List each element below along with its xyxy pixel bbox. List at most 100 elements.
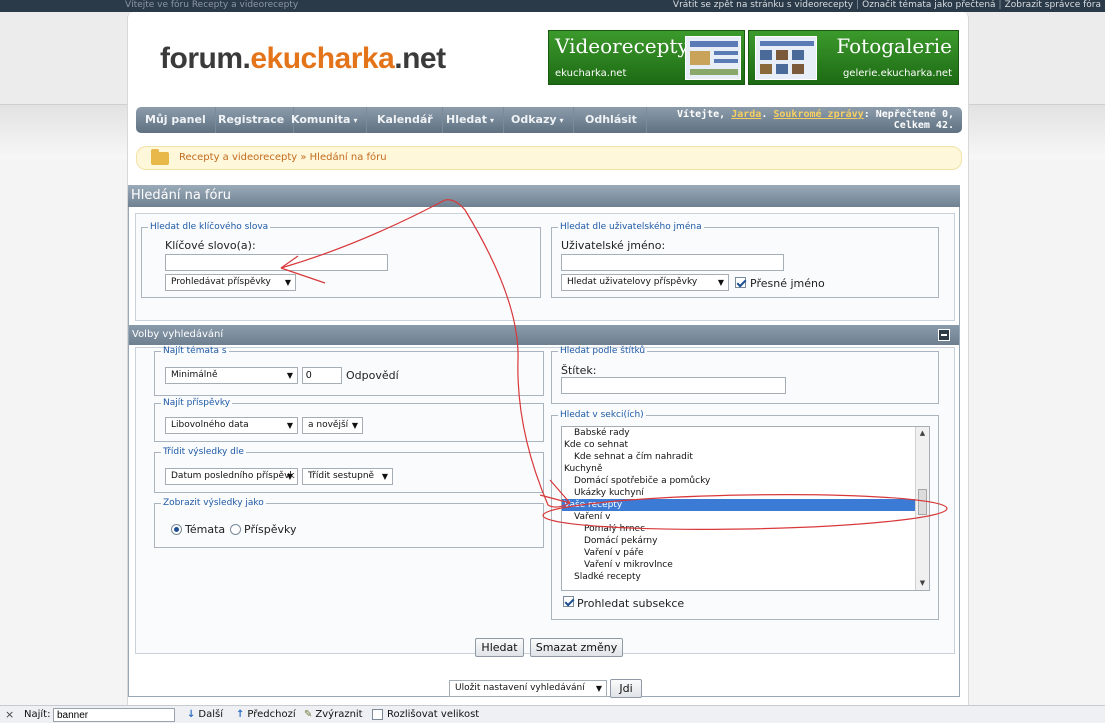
scroll-down-icon[interactable]: ▼	[916, 577, 929, 590]
breadcrumb-text[interactable]: Recepty a videorecepty » Hledání na fóru	[179, 152, 387, 163]
section-option[interactable]: Domácí pekárny	[562, 535, 929, 547]
show-posts-label: Příspěvky	[244, 523, 297, 536]
top-links: Vrátit se zpět na stránku s videorecepty…	[672, 0, 1101, 10]
chevron-down-icon: ▼	[286, 421, 293, 430]
keyword-input[interactable]	[165, 254, 388, 271]
banner-thumbnail-image	[685, 36, 741, 80]
keyword-label: Klíčové slovo(a):	[165, 239, 256, 252]
nav-logout[interactable]: Odhlásit	[576, 107, 647, 133]
user-info: Vítejte, Jarda. Soukromé zprávy: Nepřečt…	[677, 109, 954, 131]
breadcrumb: Recepty a videorecepty » Hledání na fóru	[136, 146, 962, 170]
chevron-down-icon: ▼	[284, 278, 291, 287]
search-options-header: Volby vyhledávání	[129, 325, 959, 345]
username-link[interactable]: Jarda	[731, 109, 761, 120]
search-subsections-checkbox[interactable]	[563, 596, 574, 607]
sort-field-select[interactable]: Datum posledního příspěvk ▼	[165, 468, 298, 485]
chevron-down-icon: ▼	[351, 421, 358, 430]
section-option[interactable]: Vaše recepty	[562, 499, 929, 511]
sort-order-select[interactable]: Třídit sestupně ▼	[302, 468, 393, 485]
section-option[interactable]: Babské rady	[562, 427, 929, 439]
main-navbar: Můj panel Registrace Komunita ▾ Kalendář …	[136, 107, 962, 133]
find-previous-button[interactable]: ↑ Předchozí	[236, 706, 296, 723]
save-settings-select[interactable]: Uložit nastavení vyhledávání ▼	[449, 680, 607, 697]
nav-calendar[interactable]: Kalendář	[368, 107, 443, 133]
section-option[interactable]: Sladké recepty	[562, 571, 929, 583]
nav-links[interactable]: Odkazy ▾	[502, 107, 574, 133]
section-option[interactable]: Domácí spotřebiče a pomůcky	[562, 475, 929, 487]
match-case-label: Rozlišovat velikost	[387, 709, 480, 720]
chevron-down-icon: ▼	[286, 472, 293, 481]
replies-label: Odpovědí	[346, 369, 399, 382]
section-option[interactable]: Vaření v páře	[562, 547, 929, 559]
tag-label: Štítek:	[561, 364, 597, 377]
chevron-down-icon: ▾	[353, 116, 358, 125]
username-input[interactable]	[561, 254, 784, 271]
search-button[interactable]: Hledat	[475, 638, 524, 657]
chevron-down-icon: ▼	[381, 472, 388, 481]
match-case-checkbox[interactable]	[372, 709, 383, 720]
nav-search[interactable]: Hledat ▾	[437, 107, 505, 133]
browser-find-bar: × Najít: ↓Další ↑Předchozí ✎Zvýraznit Ro…	[0, 705, 1105, 723]
site-logo[interactable]: forum.ekucharka.net	[160, 42, 446, 76]
top-bar: Vítejte ve fóru Recepty a videorecepty V…	[0, 0, 1105, 12]
sections-options: Babské rady Kde co sehnat Kde sehnat a čím…	[562, 427, 929, 583]
chevron-down-icon: ▾	[559, 116, 564, 125]
chevron-down-icon: ▼	[717, 278, 724, 287]
arrow-up-icon: ↑	[236, 709, 245, 720]
show-moderators-link[interactable]: Zobrazit správce fóra	[1005, 0, 1101, 10]
scrollbar-thumb[interactable]	[918, 489, 927, 515]
arrow-down-icon: ↓	[187, 709, 196, 720]
close-icon[interactable]: ×	[5, 706, 14, 723]
banner-title: Fotogalerie	[836, 34, 952, 58]
scroll-up-icon[interactable]: ▲	[916, 427, 929, 440]
back-to-site-link[interactable]: Vrátit se zpět na stránku s videorecepty	[673, 0, 853, 10]
videorecepty-banner[interactable]: Videorecepty ekucharka.net	[548, 30, 745, 85]
threads-mode-select[interactable]: Minimálně ▼	[165, 367, 298, 384]
highlighter-icon: ✎	[304, 709, 313, 720]
keyword-scope-select[interactable]: Prohledávat příspěvky ▼	[165, 274, 296, 291]
reply-count-input[interactable]	[302, 367, 342, 384]
find-next-button[interactable]: ↓ Další	[187, 706, 223, 723]
username-scope-select[interactable]: Hledat uživatelovy příspěvky ▼	[561, 274, 729, 291]
page-title: Hledání na fóru	[128, 185, 960, 207]
sections-listbox[interactable]: Babské rady Kde co sehnat Kde sehnat a čím…	[561, 426, 930, 591]
private-messages-link[interactable]: Soukromé zprávy	[773, 109, 863, 120]
welcome-text: Vítejte ve fóru Recepty a videorecepty	[125, 0, 299, 10]
section-option[interactable]: Pomalý hrnec	[562, 523, 929, 535]
banner-title: Videorecepty	[555, 34, 689, 58]
find-input[interactable]	[53, 708, 175, 722]
find-label: Najít:	[24, 709, 51, 720]
banner-thumbnail-image	[755, 36, 817, 80]
collapse-icon[interactable]	[938, 329, 950, 341]
chevron-down-icon: ▼	[595, 684, 602, 693]
go-button[interactable]: Jdi	[610, 679, 642, 698]
mark-read-link[interactable]: Označit témata jako přečtená	[862, 0, 995, 10]
username-label: Uživatelské jméno:	[561, 239, 666, 252]
highlight-button[interactable]: ✎ Zvýraznit	[304, 706, 363, 723]
posts-direction-select[interactable]: a novější ▼	[302, 417, 363, 434]
exact-name-label: Přesné jméno	[750, 277, 825, 290]
listbox-scrollbar[interactable]: ▲ ▼	[915, 427, 929, 590]
section-option[interactable]: Kde sehnat a čím nahradit	[562, 451, 929, 463]
search-subsections-label: Prohledat subsekce	[577, 597, 685, 610]
exact-name-checkbox[interactable]	[735, 277, 746, 288]
posts-date-select[interactable]: Libovolného data ▼	[165, 417, 298, 434]
tag-input[interactable]	[561, 377, 786, 394]
show-threads-label: Témata	[185, 523, 226, 536]
reset-button[interactable]: Smazat změny	[530, 638, 623, 657]
nav-my-panel[interactable]: Můj panel	[136, 107, 216, 133]
section-option[interactable]: Vaření v mikrovlnce	[562, 559, 929, 571]
show-posts-radio[interactable]	[230, 524, 241, 535]
section-option[interactable]: Kde co sehnat	[562, 439, 929, 451]
section-option[interactable]: Kuchyně	[562, 463, 929, 475]
banner-subtitle: gelerie.ekucharka.net	[842, 68, 952, 79]
tags-fieldset: Hledat podle štítků	[551, 346, 939, 404]
show-threads-radio[interactable]	[171, 524, 182, 535]
section-option[interactable]: Ukázky kuchyní	[562, 487, 929, 499]
fotogalerie-banner[interactable]: Fotogalerie gelerie.ekucharka.net	[748, 30, 959, 85]
section-option[interactable]: Vaření v	[562, 511, 929, 523]
banner-subtitle: ekucharka.net	[555, 68, 627, 79]
chevron-down-icon: ▾	[490, 116, 495, 125]
folder-icon	[151, 149, 169, 165]
nav-community[interactable]: Komunita ▾	[282, 107, 368, 133]
